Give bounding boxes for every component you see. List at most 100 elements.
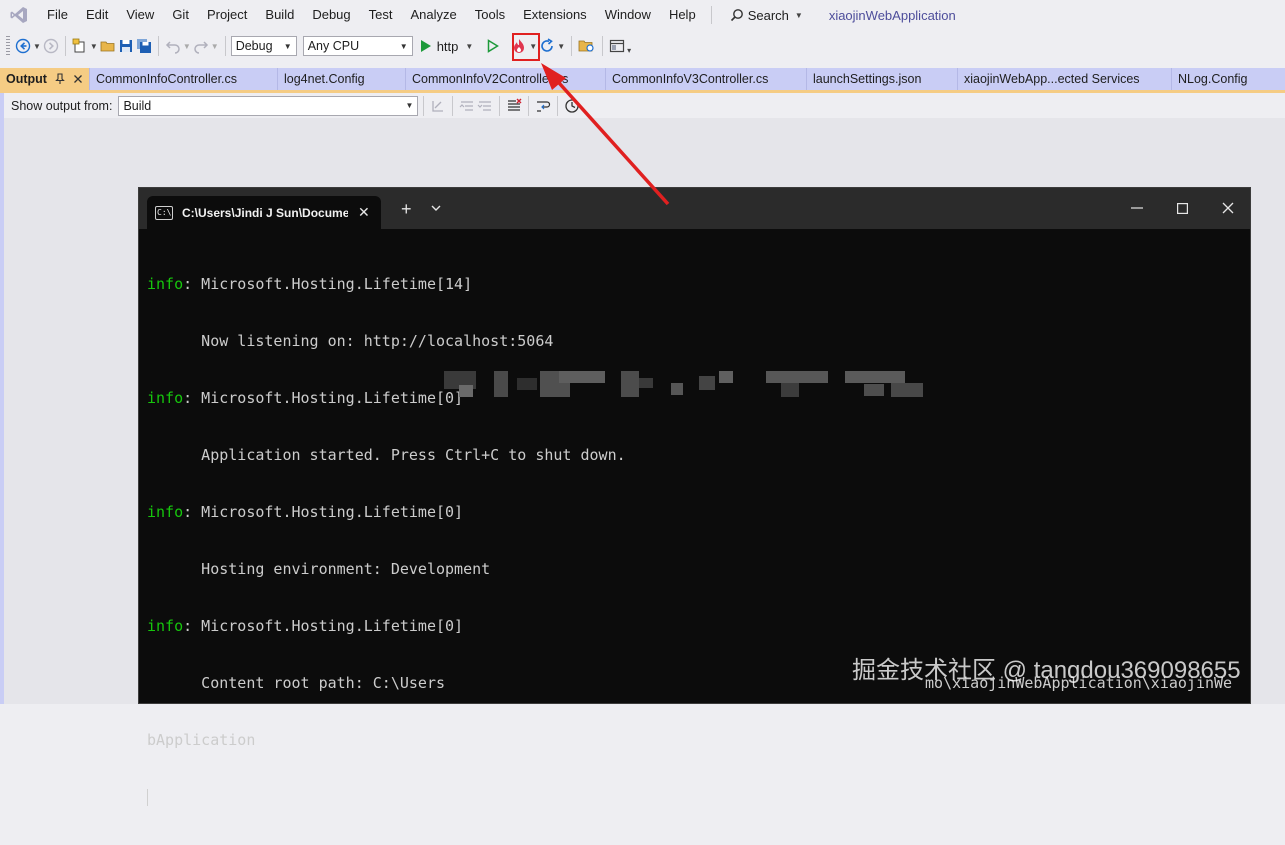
- platform-value: Any CPU: [307, 39, 360, 53]
- save-icon: [119, 40, 132, 52]
- new-item-button[interactable]: ▼: [72, 34, 98, 58]
- toolbar-grip[interactable]: [6, 36, 10, 56]
- undo-button[interactable]: ▼: [165, 34, 191, 58]
- save-button[interactable]: [118, 34, 134, 58]
- close-icon[interactable]: [73, 74, 83, 84]
- tab-nlog-config[interactable]: NLog.Config: [1172, 68, 1285, 90]
- pin-icon[interactable]: [55, 73, 65, 85]
- word-wrap-icon: [537, 100, 551, 112]
- next-message-icon: [478, 100, 492, 111]
- clock-icon: [565, 98, 580, 113]
- menu-build[interactable]: Build: [256, 0, 303, 30]
- previous-message-button[interactable]: [459, 94, 475, 118]
- tab-connected-services[interactable]: xiaojinWebApp...ected Services: [958, 68, 1172, 90]
- terminal-cursor-line: [147, 788, 1247, 807]
- redo-icon: [194, 41, 208, 54]
- chevron-down-icon: ▼: [182, 41, 191, 51]
- window-layout-button[interactable]: ▾: [609, 34, 631, 58]
- chevron-down-icon: ▼: [465, 41, 474, 51]
- tab-launchsettings[interactable]: launchSettings.json: [807, 68, 958, 90]
- toolbar-separator: [423, 95, 425, 116]
- start-debugging-button[interactable]: http ▼: [420, 34, 474, 58]
- menu-bar: File Edit View Git Project Build Debug T…: [0, 0, 1285, 30]
- menu-project[interactable]: Project: [198, 0, 256, 30]
- redo-button[interactable]: ▼: [193, 34, 219, 58]
- menu-git[interactable]: Git: [163, 0, 198, 30]
- refresh-icon: [541, 38, 554, 52]
- run-profile-label: http: [436, 38, 459, 54]
- tab-commoninfocontroller[interactable]: CommonInfoController.cs: [90, 68, 278, 90]
- window-layout-icon: [610, 39, 625, 53]
- menu-analyze[interactable]: Analyze: [401, 0, 465, 30]
- start-without-debugging-button[interactable]: [481, 34, 505, 58]
- toolbar-overflow-icon[interactable]: ▾: [627, 46, 631, 55]
- close-tab-icon[interactable]: ✕: [358, 204, 370, 221]
- chevron-down-icon: ▼: [557, 41, 566, 51]
- log-message: : Microsoft.Hosting.Lifetime[0]: [183, 389, 464, 407]
- solution-explorer-button[interactable]: [578, 34, 596, 58]
- log-level-info: info: [147, 275, 184, 293]
- menu-edit[interactable]: Edit: [77, 0, 117, 30]
- close-window-icon[interactable]: [1222, 202, 1234, 214]
- next-message-button[interactable]: [477, 94, 493, 118]
- play-outline-icon: [488, 39, 500, 53]
- terminal-line: Now listening on: http://localhost:5064: [147, 332, 554, 350]
- terminal-line: bApplication: [147, 731, 256, 749]
- output-source-select[interactable]: Build ▼: [118, 95, 419, 116]
- menu-test[interactable]: Test: [360, 0, 402, 30]
- clear-all-button[interactable]: [506, 94, 522, 118]
- chevron-down-icon: ▼: [399, 41, 408, 51]
- search-label: Search: [747, 7, 789, 23]
- terminal-tab[interactable]: C:\ C:\Users\Jindi J Sun\Documer ✕: [147, 196, 381, 229]
- terminal-output[interactable]: info: Microsoft.Hosting.Lifetime[14] Now…: [147, 237, 1247, 845]
- tab-commoninfov2controller[interactable]: CommonInfoV2Controller.cs: [406, 68, 606, 90]
- toolbar-separator: [499, 95, 501, 116]
- log-level-info: info: [147, 389, 184, 407]
- log-message: Content root path: C:\Users: [147, 674, 446, 692]
- terminal-line: info: Microsoft.Hosting.Lifetime[0]: [147, 389, 1247, 408]
- command-prompt-icon: C:\: [155, 205, 173, 220]
- tab-commoninfov3controller[interactable]: CommonInfoV3Controller.cs: [606, 68, 807, 90]
- restart-button[interactable]: ▼: [539, 34, 565, 58]
- navigate-back-button[interactable]: ▼: [15, 34, 41, 58]
- open-file-button[interactable]: [100, 34, 116, 58]
- folder-open-icon: [100, 41, 115, 52]
- toggle-word-wrap-button[interactable]: [535, 94, 551, 118]
- terminal-tab-title: C:\Users\Jindi J Sun\Documer: [182, 205, 348, 220]
- minimize-icon[interactable]: [1131, 207, 1143, 209]
- log-message: : Microsoft.Hosting.Lifetime[14]: [183, 275, 473, 293]
- new-tab-icon[interactable]: +: [401, 200, 412, 218]
- output-toolbar: Show output from: Build ▼: [4, 93, 1285, 118]
- terminal-line: info: Microsoft.Hosting.Lifetime[14]: [147, 275, 1247, 294]
- maximize-icon[interactable]: [1177, 203, 1188, 214]
- chevron-down-icon: ▼: [210, 41, 219, 51]
- navigate-forward-button[interactable]: [43, 34, 59, 58]
- visual-studio-logo-icon[interactable]: [8, 4, 30, 26]
- tab-dropdown-chevron-icon[interactable]: [430, 202, 442, 214]
- terminal-line: info: Microsoft.Hosting.Lifetime[0]: [147, 617, 1247, 636]
- menu-view[interactable]: View: [117, 0, 163, 30]
- timestamp-button[interactable]: [564, 94, 580, 118]
- save-all-button[interactable]: [136, 34, 152, 58]
- chevron-down-icon: ▼: [405, 101, 414, 110]
- folder-search-icon: [578, 40, 594, 52]
- annotation-highlight-box: [512, 33, 540, 61]
- solution-configuration-select[interactable]: Debug ▼: [230, 36, 297, 56]
- search-button[interactable]: Search ▼: [720, 8, 813, 23]
- toolbar-separator: [224, 36, 226, 56]
- menu-help[interactable]: Help: [660, 0, 705, 30]
- menu-tools[interactable]: Tools: [466, 0, 514, 30]
- terminal-titlebar[interactable]: C:\ C:\Users\Jindi J Sun\Documer ✕ +: [139, 188, 1250, 229]
- find-message-in-code-button[interactable]: [430, 94, 446, 118]
- solution-platform-select[interactable]: Any CPU ▼: [302, 36, 413, 56]
- toolbar-separator: [571, 36, 573, 56]
- tab-output[interactable]: Output: [0, 68, 90, 90]
- output-source-value: Build: [123, 98, 152, 113]
- terminal-window[interactable]: C:\ C:\Users\Jindi J Sun\Documer ✕ + inf…: [138, 187, 1251, 806]
- terminal-line: Hosting environment: Development: [147, 560, 491, 578]
- menu-file[interactable]: File: [38, 0, 77, 30]
- menu-window[interactable]: Window: [596, 0, 660, 30]
- tab-log4net-config[interactable]: log4net.Config: [278, 68, 406, 90]
- menu-debug[interactable]: Debug: [303, 0, 359, 30]
- menu-extensions[interactable]: Extensions: [514, 0, 596, 30]
